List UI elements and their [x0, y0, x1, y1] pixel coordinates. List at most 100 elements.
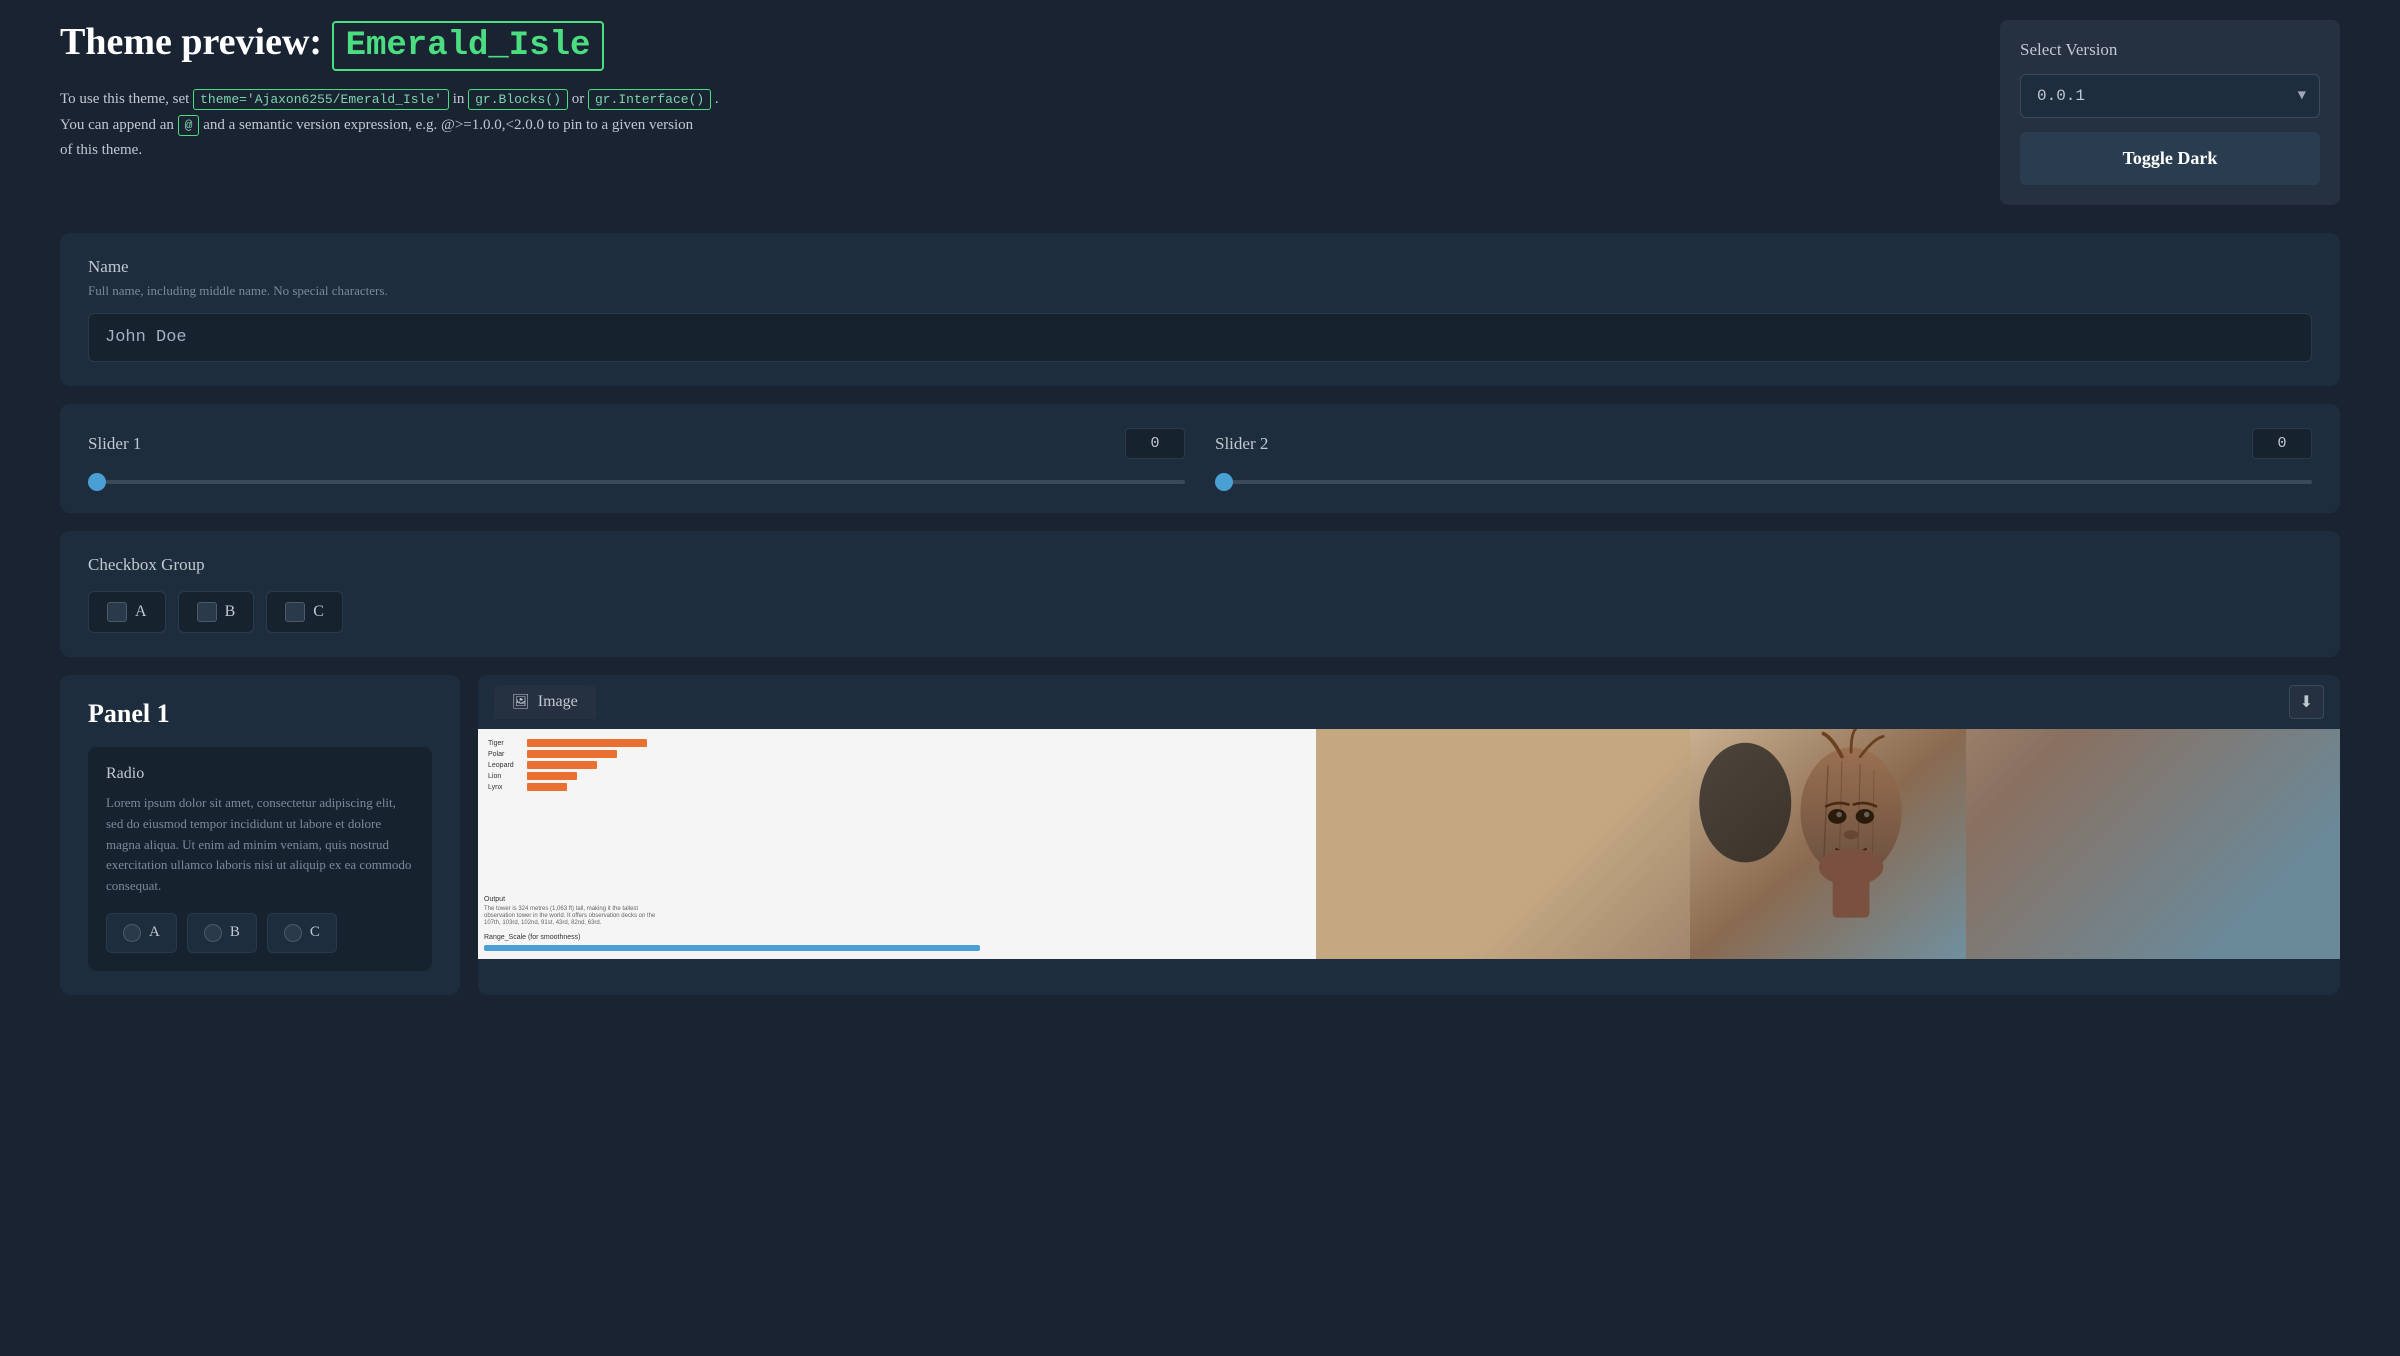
- desc-part1: To use this theme, set: [60, 91, 193, 107]
- chart-row-lion: Lion: [488, 772, 1306, 780]
- name-sublabel: Full name, including middle name. No spe…: [88, 283, 2312, 299]
- sliders-row: Slider 1 0 Slider 2 0: [88, 428, 2312, 489]
- slider2-label: Slider 2: [1215, 434, 1268, 454]
- image-tab-header: 🖼 Image ⬇: [478, 675, 2340, 729]
- version-panel-title: Select Version: [2020, 40, 2320, 60]
- image-tab[interactable]: 🖼 Image: [494, 685, 596, 719]
- toggle-dark-button[interactable]: Toggle Dark: [2020, 132, 2320, 185]
- chart-bar-lion: [527, 772, 577, 780]
- image-preview-content: Tiger Polar Leopard: [478, 729, 2340, 959]
- chart-output-label: Output: [484, 896, 1310, 903]
- gr-blocks-code: gr.Blocks(): [468, 89, 568, 110]
- slider2-header: Slider 2 0: [1215, 428, 2312, 459]
- chart-label-tiger: Tiger: [488, 740, 523, 747]
- desc-part2: in: [453, 91, 468, 107]
- chart-row-tiger: Tiger: [488, 739, 1306, 747]
- header-section: Theme preview: Emerald_Isle To use this …: [60, 20, 2340, 205]
- gr-interface-code: gr.Interface(): [588, 89, 711, 110]
- title-prefix: Theme preview:: [60, 21, 322, 63]
- page-title: Theme preview: Emerald_Isle: [60, 20, 1960, 71]
- slider2-group: Slider 2 0: [1215, 428, 2312, 489]
- desc-part4: .: [715, 91, 719, 107]
- version-select-wrapper: 0.0.1 ▼: [2020, 74, 2320, 118]
- portrait-svg: [1316, 729, 2340, 959]
- version-select[interactable]: 0.0.1: [2020, 74, 2320, 118]
- chart-label-leopard: Leopard: [488, 762, 523, 769]
- chart-row-leopard: Leopard: [488, 761, 1306, 769]
- checkbox-item-c[interactable]: C: [266, 591, 343, 633]
- chart-text-lines: The tower is 324 metres (1,063 ft) tall,…: [484, 906, 1310, 926]
- checkbox-item-a[interactable]: A: [88, 591, 166, 633]
- sliders-card: Slider 1 0 Slider 2 0: [60, 404, 2340, 513]
- download-icon: ⬇: [2300, 694, 2313, 711]
- desc-part6: and a semantic version expression, e.g. …: [203, 117, 693, 133]
- checkbox-label-c: C: [313, 603, 324, 621]
- chart-area-title: Tiger Polar Leopard: [488, 739, 1306, 791]
- radio-circle-b: [204, 924, 222, 942]
- radio-card: Radio Lorem ipsum dolor sit amet, consec…: [88, 747, 432, 971]
- panel1-title: Panel 1: [88, 699, 432, 729]
- radio-text-a: A: [149, 924, 160, 941]
- slider1-value: 0: [1125, 428, 1185, 459]
- image-panel: 🖼 Image ⬇ Tiger: [478, 675, 2340, 995]
- theme-code: theme='Ajaxon6255/Emerald_Isle': [193, 89, 449, 110]
- checkbox-box-c: [285, 602, 305, 622]
- chart-text-line-1: The tower is 324 metres (1,063 ft) tall,…: [484, 906, 1310, 912]
- desc-part3: or: [572, 91, 588, 107]
- slider1-group: Slider 1 0: [88, 428, 1185, 489]
- range-label: Range_Scale (for smoothness): [484, 934, 1310, 941]
- image-tab-text: Image: [538, 693, 578, 711]
- radio-options-row: A B C: [106, 913, 414, 953]
- slider2-input[interactable]: [1215, 480, 2312, 484]
- chart-bar-leopard: [527, 761, 597, 769]
- radio-option-a[interactable]: A: [106, 913, 177, 953]
- radio-text-c: C: [310, 924, 320, 941]
- chart-label-lynx: Lynx: [488, 784, 523, 791]
- chart-label-lion: Lion: [488, 773, 523, 780]
- bottom-panels-row: Panel 1 Radio Lorem ipsum dolor sit amet…: [60, 675, 2340, 995]
- chart-bar-lynx: [527, 783, 567, 791]
- checkbox-item-b[interactable]: B: [178, 591, 255, 633]
- description-text: To use this theme, set theme='Ajaxon6255…: [60, 87, 1960, 164]
- download-button[interactable]: ⬇: [2289, 685, 2324, 719]
- slider1-label: Slider 1: [88, 434, 141, 454]
- radio-circle-c: [284, 924, 302, 942]
- checkbox-label-b: B: [225, 603, 236, 621]
- version-panel: Select Version 0.0.1 ▼ Toggle Dark: [2000, 20, 2340, 205]
- chart-row-polar: Polar: [488, 750, 1306, 758]
- radio-text-b: B: [230, 924, 240, 941]
- slider1-input[interactable]: [88, 480, 1185, 484]
- page-wrapper: Theme preview: Emerald_Isle To use this …: [0, 0, 2400, 1356]
- chart-rows: Tiger Polar Leopard: [488, 739, 1306, 791]
- checkbox-box-b: [197, 602, 217, 622]
- version-panel-inner: Select Version 0.0.1 ▼ Toggle Dark: [2000, 20, 2340, 205]
- radio-option-c[interactable]: C: [267, 913, 337, 953]
- checkbox-card: Checkbox Group A B C: [60, 531, 2340, 657]
- chart-bar-tiger: [527, 739, 647, 747]
- chart-portion: Tiger Polar Leopard: [478, 729, 1316, 959]
- radio-title: Radio: [106, 765, 414, 783]
- panel1: Panel 1 Radio Lorem ipsum dolor sit amet…: [60, 675, 460, 995]
- checkbox-label-a: A: [135, 603, 147, 621]
- radio-description: Lorem ipsum dolor sit amet, consectetur …: [106, 793, 414, 897]
- theme-name-badge: Emerald_Isle: [332, 21, 605, 71]
- header-left: Theme preview: Emerald_Isle To use this …: [60, 20, 1960, 164]
- slider2-value: 0: [2252, 428, 2312, 459]
- chart-bar-polar: [527, 750, 617, 758]
- at-sign-code: @: [178, 115, 200, 136]
- portrait-portion: [1316, 729, 2340, 959]
- chart-text-line-3: 107th, 103rd, 102nd, 91st, 43rd, 82nd, 6…: [484, 920, 1310, 926]
- chart-row-lynx: Lynx: [488, 783, 1306, 791]
- name-label: Name: [88, 257, 2312, 277]
- name-input[interactable]: [88, 313, 2312, 362]
- chart-label-polar: Polar: [488, 751, 523, 758]
- checkbox-row: A B C: [88, 591, 2312, 633]
- image-icon: 🖼: [512, 694, 530, 711]
- slider1-header: Slider 1 0: [88, 428, 1185, 459]
- name-card: Name Full name, including middle name. N…: [60, 233, 2340, 386]
- checkbox-group-label: Checkbox Group: [88, 555, 2312, 575]
- range-bar: [484, 945, 980, 951]
- chart-bottom-area: Output The tower is 324 metres (1,063 ft…: [484, 896, 1310, 951]
- radio-option-b[interactable]: B: [187, 913, 257, 953]
- range-section: Range_Scale (for smoothness): [484, 934, 1310, 951]
